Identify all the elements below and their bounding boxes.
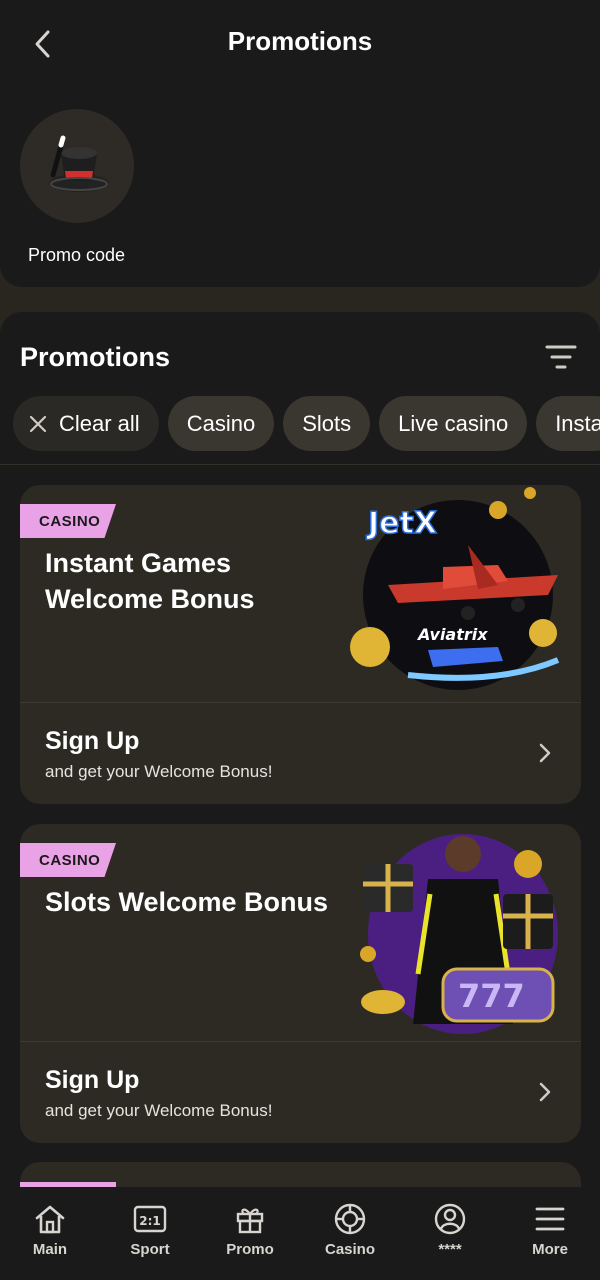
promo-image-slots: 777 xyxy=(360,834,558,1034)
user-icon xyxy=(432,1201,468,1237)
promo-code-circle xyxy=(20,109,134,223)
home-icon xyxy=(32,1201,68,1237)
promo-card[interactable]: CASINO Instant Games Welcome Bonus JetX … xyxy=(20,485,581,804)
chip-label: Casino xyxy=(186,410,256,436)
cta-subtitle: and get your Welcome Bonus! xyxy=(45,762,273,781)
sign-up-link[interactable]: Sign Up and get your Welcome Bonus! xyxy=(20,703,581,804)
filter-button[interactable] xyxy=(544,342,578,372)
promo-card[interactable]: CASINO Slots Welcome Bonus 777 Sign Up a… xyxy=(20,824,581,1143)
promo-code-button[interactable]: Promo code xyxy=(20,109,134,265)
cta-title: Sign Up xyxy=(45,727,140,755)
promo-image-instant-games: JetX Aviatrix xyxy=(350,487,560,690)
nav-label: Main xyxy=(32,1241,68,1258)
close-icon xyxy=(29,415,47,433)
gift-icon xyxy=(232,1201,268,1237)
promo-code-label: Promo code xyxy=(28,245,126,265)
chip-label: Clear all xyxy=(59,410,140,436)
chip-icon xyxy=(332,1201,368,1237)
chip-live-casino[interactable]: Live casino xyxy=(379,396,528,451)
chip-label: Live casino xyxy=(398,410,509,436)
chip-slots[interactable]: Slots xyxy=(283,396,371,451)
chip-casino[interactable]: Casino xyxy=(167,396,275,451)
chip-instant[interactable]: Insta xyxy=(536,396,600,451)
category-badge: CASINO xyxy=(20,843,116,877)
cta-subtitle: and get your Welcome Bonus! xyxy=(45,1101,273,1120)
nav-casino[interactable]: Casino xyxy=(300,1187,400,1280)
chevron-right-icon xyxy=(539,743,551,763)
filter-chips: Clear all Casino Slots Live casino Insta xyxy=(13,396,600,451)
nav-label: Promo xyxy=(226,1241,274,1258)
nav-label: Sport xyxy=(130,1241,170,1258)
nav-main[interactable]: Main xyxy=(0,1187,100,1280)
page-title: Promotions xyxy=(227,26,373,56)
magic-hat-icon xyxy=(49,135,109,192)
promo-title: Instant Games Welcome Bonus xyxy=(45,548,255,614)
menu-icon xyxy=(532,1201,568,1237)
cta-title: Sign Up xyxy=(45,1066,140,1094)
header-panel: Promotions Promo code xyxy=(0,0,600,287)
nav-label: **** xyxy=(438,1241,462,1258)
jetx-logo: JetX xyxy=(366,506,437,541)
sign-up-link[interactable]: Sign Up and get your Welcome Bonus! xyxy=(20,1042,581,1143)
nav-label: More xyxy=(532,1241,568,1258)
bottom-navigation: Main 2:1 Sport Promo Casino **** More xyxy=(0,1187,600,1280)
nav-sport[interactable]: 2:1 Sport xyxy=(100,1187,200,1280)
nav-promo[interactable]: Promo xyxy=(200,1187,300,1280)
category-badge: CASINO xyxy=(20,504,116,538)
promo-title: Slots Welcome Bonus xyxy=(45,887,329,917)
section-title: Promotions xyxy=(20,342,171,372)
nav-label: Casino xyxy=(324,1241,375,1258)
app-root: Promotions Promo code Promotions Clear a… xyxy=(0,0,600,1280)
scoreboard-icon: 2:1 xyxy=(132,1201,168,1237)
slot-777: 777 xyxy=(458,977,525,1015)
chip-label: Insta xyxy=(555,410,600,436)
svg-text:2:1: 2:1 xyxy=(139,1214,161,1228)
divider xyxy=(0,464,600,465)
filter-icon xyxy=(545,345,577,369)
chip-clear-all[interactable]: Clear all xyxy=(13,396,159,451)
nav-more[interactable]: More xyxy=(500,1187,600,1280)
chip-label: Slots xyxy=(302,410,352,436)
chevron-right-icon xyxy=(539,1082,551,1102)
nav-account[interactable]: **** xyxy=(400,1187,500,1280)
aviatrix-logo: Aviatrix xyxy=(416,625,488,644)
